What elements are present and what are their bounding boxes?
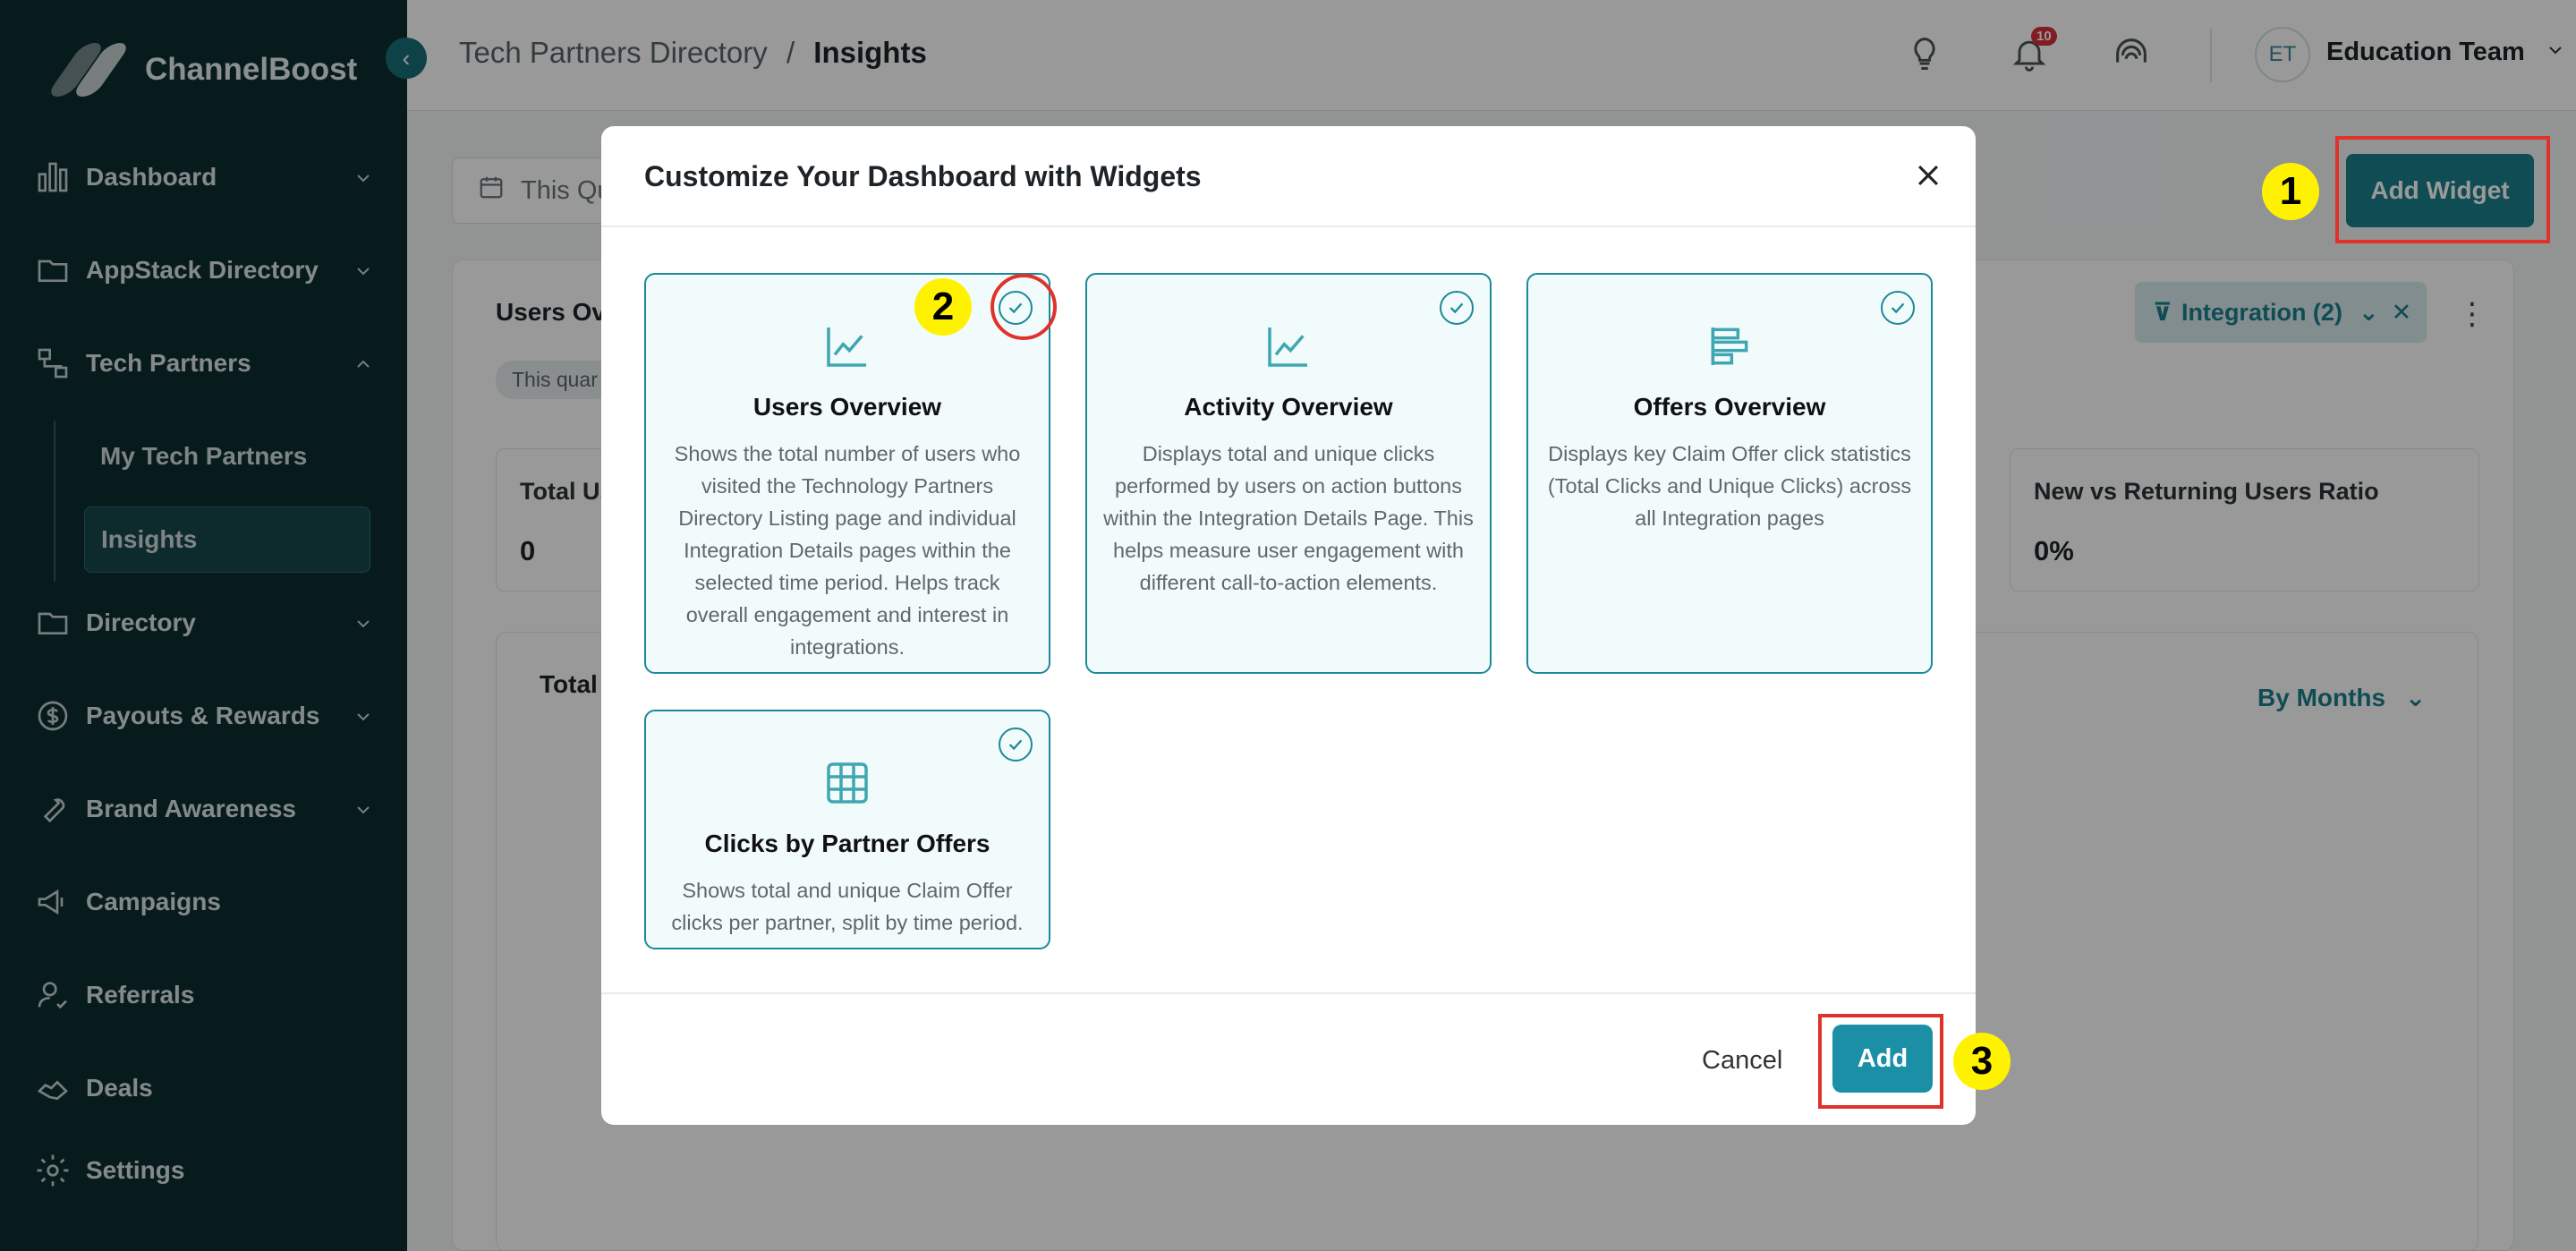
widget-card-activity-overview[interactable]: Activity Overview Displays total and uni… [1085, 273, 1492, 674]
widget-description: Displays key Claim Offer click statistic… [1547, 442, 1912, 530]
close-icon[interactable] [1906, 153, 1951, 198]
widget-description: Shows total and unique Claim Offer click… [671, 879, 1024, 934]
annotation-box-add [1818, 1014, 1943, 1109]
modal-footer: Cancel Add [601, 992, 1976, 1125]
line-chart-icon [822, 321, 872, 371]
check-circle-icon[interactable] [1881, 291, 1915, 325]
step-marker-1: 1 [2262, 163, 2319, 220]
table-icon [822, 758, 872, 808]
widget-name: Clicks by Partner Offers [704, 830, 990, 857]
widget-description: Displays total and unique clicks perform… [1103, 442, 1474, 594]
check-circle-icon[interactable] [999, 728, 1033, 762]
cancel-button[interactable]: Cancel [1702, 1046, 1782, 1076]
annotation-box-add-widget [2335, 136, 2550, 243]
modal-header: Customize Your Dashboard with Widgets [601, 126, 1976, 227]
step-marker-3: 3 [1953, 1033, 2011, 1090]
widget-description: Shows the total number of users who visi… [674, 442, 1021, 659]
widget-name: Activity Overview [1184, 393, 1393, 421]
widget-card-offers-overview[interactable]: Offers Overview Displays key Claim Offer… [1526, 273, 1933, 674]
widget-name: Offers Overview [1633, 393, 1826, 421]
widget-card-clicks-by-partner-offers[interactable]: Clicks by Partner Offers Shows total and… [644, 710, 1050, 949]
widget-card-users-overview[interactable]: Users Overview Shows the total number of… [644, 273, 1050, 674]
line-chart-icon [1263, 321, 1314, 371]
widget-name: Users Overview [752, 393, 942, 421]
modal-title: Customize Your Dashboard with Widgets [644, 160, 1202, 192]
check-circle-icon[interactable] [1440, 291, 1474, 325]
annotation-circle-checkbox [990, 274, 1057, 340]
step-marker-2: 2 [914, 278, 972, 336]
horizontal-bar-chart-icon [1705, 321, 1755, 371]
customize-widgets-modal: Customize Your Dashboard with Widgets Us… [601, 126, 1976, 1125]
